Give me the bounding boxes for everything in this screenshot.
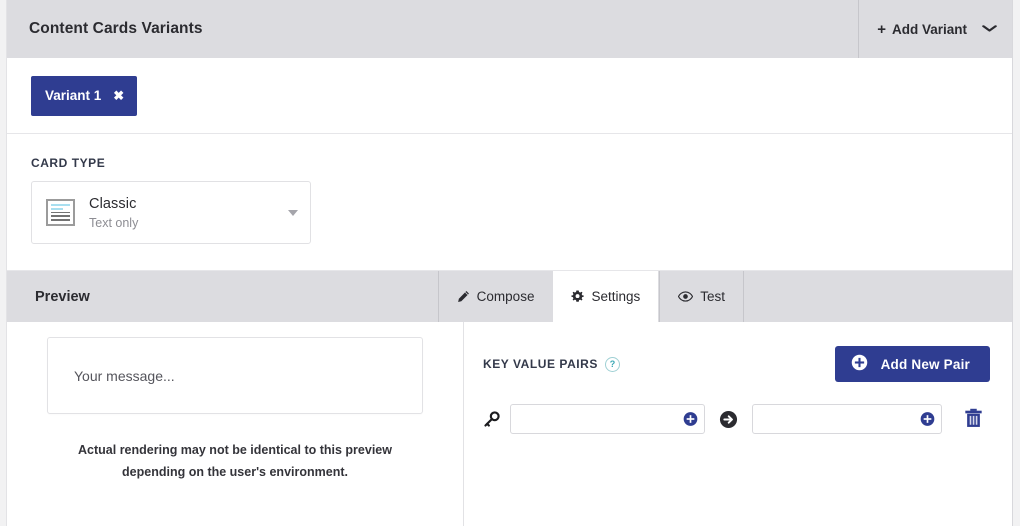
content-body: Your message... Actual rendering may not… bbox=[7, 322, 1012, 526]
value-input[interactable] bbox=[753, 405, 941, 433]
preview-panel: Your message... Actual rendering may not… bbox=[7, 322, 464, 526]
app-root: Content Cards Variants + Add Variant Var… bbox=[0, 0, 1020, 526]
add-variant-label: Add Variant bbox=[891, 21, 967, 37]
plus-circle-icon bbox=[851, 354, 868, 374]
add-new-pair-button[interactable]: Add New Pair bbox=[834, 346, 990, 382]
key-value-pair-row bbox=[483, 404, 990, 434]
trash-icon bbox=[964, 408, 983, 431]
key-value-pairs-header: KEY VALUE PAIRS ? Add New Pair bbox=[483, 346, 990, 382]
preview-label: Preview bbox=[35, 288, 90, 305]
tabs-spacer bbox=[743, 271, 1012, 322]
chevron-down-icon[interactable] bbox=[288, 209, 298, 216]
key-add-icon[interactable] bbox=[683, 412, 698, 427]
page-title: Content Cards Variants bbox=[29, 20, 203, 37]
value-add-icon[interactable] bbox=[920, 412, 935, 427]
preview-message-box: Your message... bbox=[47, 337, 423, 414]
card-type-name: Classic bbox=[89, 195, 137, 212]
key-input[interactable] bbox=[511, 405, 704, 433]
close-icon[interactable]: ✖ bbox=[113, 89, 124, 102]
classic-card-icon bbox=[46, 199, 75, 226]
plus-icon: + bbox=[877, 20, 886, 38]
tab-compose-label: Compose bbox=[476, 289, 535, 304]
settings-panel: KEY VALUE PAIRS ? Add New Pair bbox=[464, 322, 1012, 526]
variants-row: Variant 1 ✖ bbox=[7, 58, 1012, 134]
preview-message-placeholder: Your message... bbox=[74, 367, 175, 384]
tab-settings-label: Settings bbox=[591, 289, 641, 304]
card-type-label: CARD TYPE bbox=[31, 156, 106, 170]
card-type-subtitle: Text only bbox=[89, 215, 139, 230]
help-icon[interactable]: ? bbox=[604, 356, 620, 372]
key-icon bbox=[483, 410, 500, 428]
preview-disclaimer-line-2: the user's environment. bbox=[207, 464, 348, 479]
page-frame: Content Cards Variants + Add Variant Var… bbox=[6, 0, 1013, 526]
preview-disclaimer: Actual rendering may not be identical to… bbox=[47, 440, 423, 484]
pencil-icon bbox=[457, 290, 470, 303]
eye-icon bbox=[678, 290, 694, 303]
key-value-pairs-label: KEY VALUE PAIRS bbox=[483, 357, 598, 371]
card-type-section: CARD TYPE Classic Text only bbox=[7, 134, 1012, 270]
delete-pair-button[interactable] bbox=[964, 408, 983, 431]
key-input-wrapper bbox=[510, 404, 705, 434]
tab-test-label: Test bbox=[700, 289, 725, 304]
tab-test[interactable]: Test bbox=[659, 271, 743, 322]
page-header: Content Cards Variants + Add Variant bbox=[7, 0, 1012, 58]
preview-tabs-bar: Preview Compose Settings Test bbox=[7, 270, 1012, 322]
gear-icon bbox=[571, 290, 585, 303]
card-type-select[interactable]: Classic Text only bbox=[31, 181, 311, 244]
card-type-text: Classic Text only bbox=[89, 194, 138, 232]
chevron-down-icon[interactable] bbox=[982, 24, 997, 35]
tab-compose[interactable]: Compose bbox=[437, 271, 553, 322]
add-variant-button[interactable]: + Add Variant bbox=[858, 0, 1012, 58]
variant-chip-1[interactable]: Variant 1 ✖ bbox=[31, 75, 138, 116]
add-new-pair-label: Add New Pair bbox=[880, 356, 970, 372]
tab-settings[interactable]: Settings bbox=[552, 271, 660, 322]
value-input-wrapper bbox=[752, 404, 942, 434]
arrow-right-circle-icon bbox=[719, 410, 738, 429]
variant-chip-label: Variant 1 bbox=[45, 88, 102, 103]
